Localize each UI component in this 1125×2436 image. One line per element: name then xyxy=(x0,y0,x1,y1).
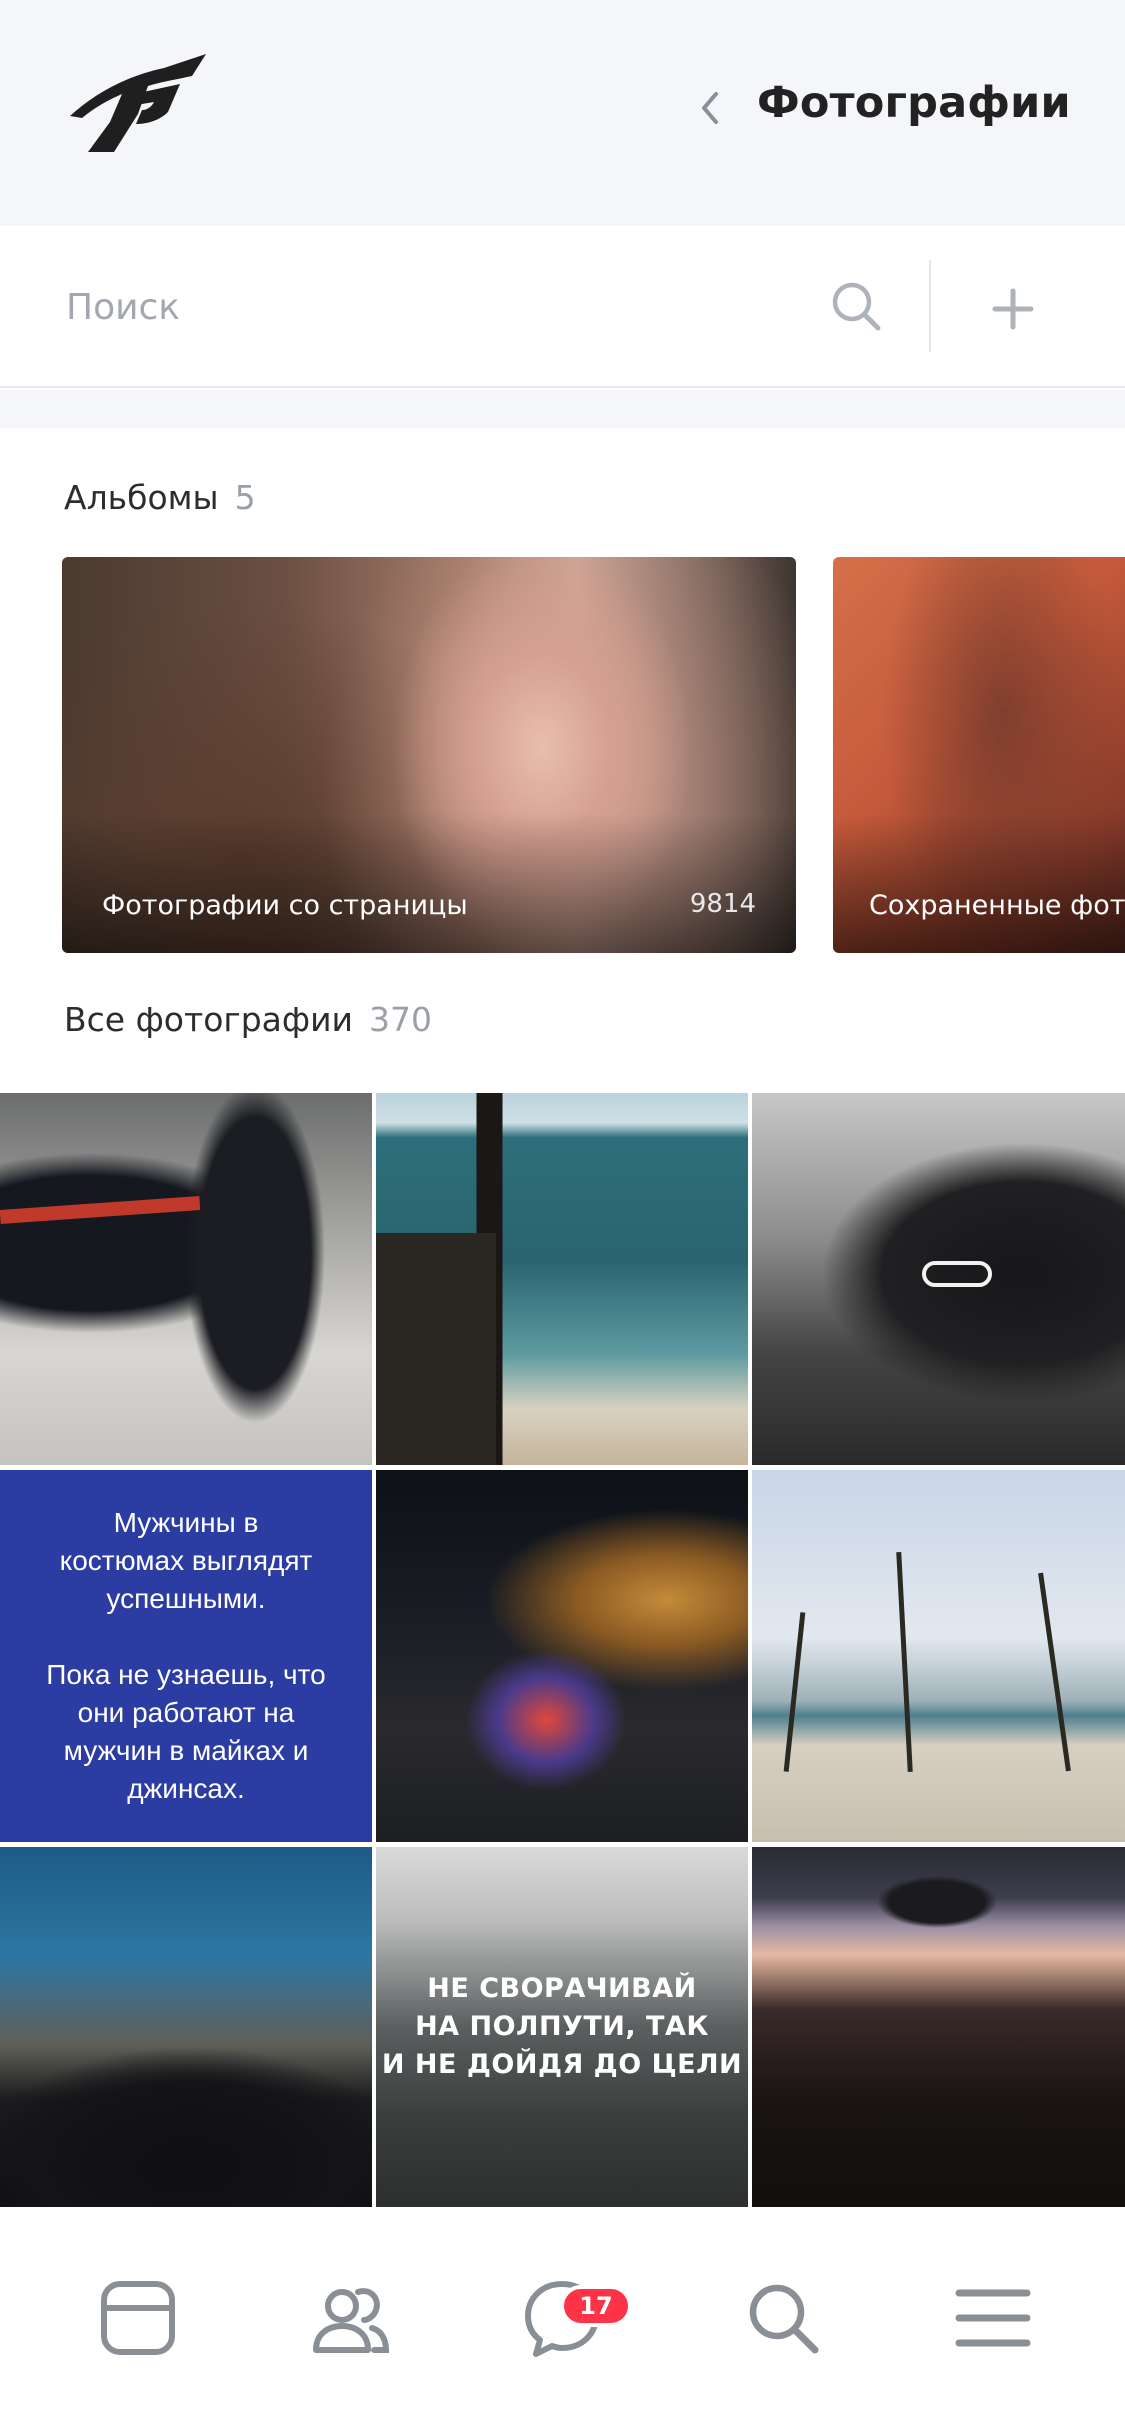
photo-tile[interactable] xyxy=(0,1093,372,1465)
album-title: Сохраненные фотографии xyxy=(869,890,1125,921)
tab-friends[interactable] xyxy=(302,2270,398,2366)
album-card[interactable]: Сохраненные фотографии xyxy=(833,557,1125,953)
tab-search[interactable] xyxy=(735,2270,831,2366)
album-card[interactable]: Фотографии со страницы 9814 xyxy=(62,557,796,953)
album-shade xyxy=(62,813,796,953)
photo-tile[interactable]: НЕ СВОРАЧИВАЙ НА ПОЛПУТИ, ТАК И НЕ ДОЙДЯ… xyxy=(376,1847,748,2207)
album-photo-count: 9814 xyxy=(689,889,756,919)
news-feed-icon xyxy=(101,2281,175,2355)
brand-logo-icon[interactable] xyxy=(64,54,206,152)
tab-menu[interactable] xyxy=(945,2270,1041,2366)
photo-tile[interactable] xyxy=(376,1470,748,1842)
photo-tile[interactable]: Мужчины в костюмах выглядят успешными. П… xyxy=(0,1470,372,1842)
all-photos-heading[interactable]: Все фотографии 370 xyxy=(64,1000,432,1039)
back-button[interactable] xyxy=(690,84,730,132)
photo-tile[interactable] xyxy=(376,1093,748,1465)
album-shade xyxy=(833,813,1125,953)
albums-heading[interactable]: Альбомы 5 xyxy=(64,478,256,517)
albums-title: Альбомы xyxy=(64,478,219,517)
search-input[interactable] xyxy=(66,272,806,342)
plus-icon xyxy=(992,288,1034,330)
photo-tile[interactable] xyxy=(752,1093,1125,1465)
photo-tile[interactable] xyxy=(0,1847,372,2207)
search-bar xyxy=(0,226,1125,388)
album-title: Фотографии со страницы xyxy=(102,890,468,921)
chevron-left-icon xyxy=(702,92,718,124)
menu-icon xyxy=(955,2289,1031,2347)
add-photo-button[interactable] xyxy=(978,274,1048,344)
search-icon xyxy=(749,2284,819,2354)
section-separator xyxy=(0,390,1125,428)
photo-caption-text: НЕ СВОРАЧИВАЙ НА ПОЛПУТИ, ТАК И НЕ ДОЙДЯ… xyxy=(381,1973,743,2080)
photo-tile[interactable] xyxy=(752,1470,1125,1842)
unread-messages-badge: 17 xyxy=(560,2285,632,2327)
photo-tile[interactable] xyxy=(752,1847,1125,2207)
albums-count: 5 xyxy=(234,478,256,517)
page-title: Фотографии xyxy=(757,78,1071,128)
search-divider xyxy=(929,260,931,352)
photo-caption-text: Мужчины в костюмах выглядят успешными. П… xyxy=(46,1507,326,1804)
albums-carousel[interactable]: Фотографии со страницы 9814 Сохраненные … xyxy=(0,557,1125,953)
all-photos-count: 370 xyxy=(369,1000,433,1039)
bottom-tab-bar: 17 xyxy=(0,2210,1125,2436)
photo-grid: Мужчины в костюмах выглядят успешными. П… xyxy=(0,1093,1125,2207)
search-icon[interactable] xyxy=(828,278,884,334)
friends-icon xyxy=(313,2288,390,2353)
tab-news[interactable] xyxy=(90,2270,186,2366)
all-photos-title: Все фотографии xyxy=(64,1000,354,1039)
top-header: Фотографии xyxy=(0,0,1125,226)
